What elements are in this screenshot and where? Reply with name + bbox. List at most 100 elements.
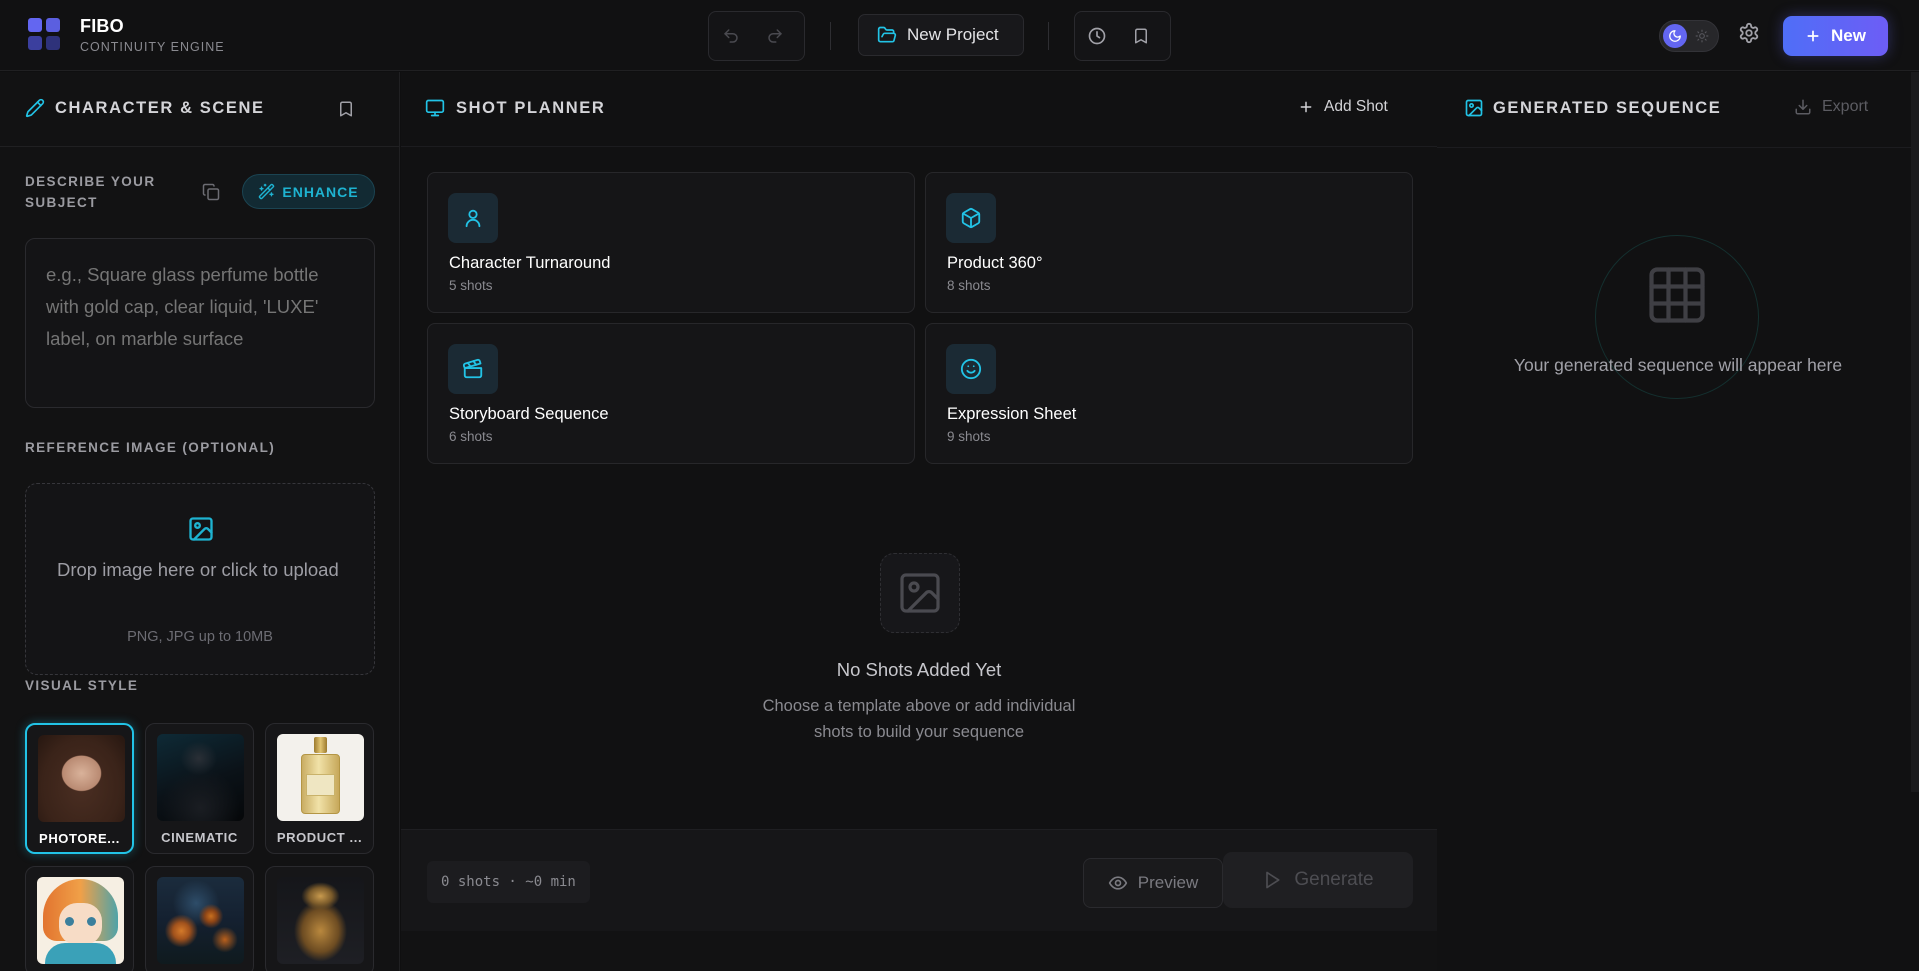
top-bar: FIBO CONTINUITY ENGINE New Project New <box>0 0 1919 71</box>
panel-header: CHARACTER & SCENE <box>0 72 399 147</box>
history-icon <box>1088 27 1106 45</box>
template-shot-count: 6 shots <box>449 429 493 444</box>
copy-icon <box>202 183 220 201</box>
template-card-storyboard-sequence[interactable]: Storyboard Sequence 6 shots <box>427 323 915 464</box>
undo-redo-group <box>708 11 805 61</box>
panel-header: GENERATED SEQUENCE Export <box>1437 72 1919 148</box>
person-icon <box>448 193 498 243</box>
redo-icon <box>768 29 782 43</box>
planner-footer: 0 shots · ~0 min Preview Generate <box>401 829 1437 931</box>
panel-header: SHOT PLANNER Add Shot <box>401 72 1437 147</box>
download-icon <box>1795 99 1811 115</box>
play-icon <box>1266 871 1280 889</box>
add-shot-button[interactable]: Add Shot <box>1298 98 1388 116</box>
sequence-stats: 0 shots · ~0 min <box>427 861 590 903</box>
cube-icon <box>946 193 996 243</box>
style-thumbnail-cinematic <box>157 734 244 821</box>
template-name: Expression Sheet <box>947 405 1077 423</box>
panel-title: GENERATED SEQUENCE <box>1493 99 1722 117</box>
theme-toggle[interactable] <box>1659 20 1719 52</box>
export-label: Export <box>1822 98 1869 115</box>
redo-button[interactable] <box>753 13 797 59</box>
template-card-product-360[interactable]: Product 360° 8 shots <box>925 172 1413 313</box>
template-name: Character Turnaround <box>449 254 611 272</box>
template-name: Storyboard Sequence <box>449 405 609 423</box>
undo-icon <box>724 29 738 43</box>
empty-state-subtitle: Choose a template above or add individua… <box>762 697 1076 741</box>
generate-button[interactable]: Generate <box>1223 852 1413 908</box>
template-shot-count: 5 shots <box>449 278 493 293</box>
generate-label: Generate <box>1294 869 1374 890</box>
template-name: Product 360° <box>947 254 1043 272</box>
new-project-label: New Project <box>907 25 999 44</box>
app-title: FIBO <box>80 16 124 36</box>
app-logo <box>28 18 62 52</box>
template-shot-count: 9 shots <box>947 429 991 444</box>
template-card-expression-sheet[interactable]: Expression Sheet 9 shots <box>925 323 1413 464</box>
character-scene-panel: CHARACTER & SCENE DESCRIBE YOUR SUBJECT … <box>0 72 400 971</box>
dropzone-text: Drop image here or click to upload <box>57 559 339 580</box>
moon-icon <box>1663 24 1687 48</box>
generated-sequence-panel: GENERATED SEQUENCE Export Your generated… <box>1437 72 1919 971</box>
image-icon <box>1465 99 1483 117</box>
settings-button[interactable] <box>1738 22 1760 44</box>
describe-label: DESCRIBE YOUR SUBJECT <box>25 174 156 210</box>
history-button[interactable] <box>1075 13 1119 59</box>
add-shot-label: Add Shot <box>1324 98 1388 115</box>
style-card-scifi[interactable] <box>265 866 374 971</box>
style-card-label: PHOTORE... <box>39 831 120 846</box>
style-thumbnail-scifi <box>277 877 364 964</box>
style-card-fantasy[interactable] <box>145 866 254 971</box>
magic-wand-icon <box>259 183 275 200</box>
undo-button[interactable] <box>709 13 753 59</box>
planner-bottom-area <box>401 931 1437 971</box>
history-group <box>1074 11 1171 61</box>
folder-open-icon <box>877 26 897 43</box>
app-subtitle: CONTINUITY ENGINE <box>80 40 225 54</box>
new-project-button[interactable]: New Project <box>858 14 1024 56</box>
style-card-label: CINEMATIC <box>161 830 238 845</box>
style-thumbnail-portrait <box>38 735 125 822</box>
new-button[interactable]: New <box>1783 16 1888 56</box>
style-card-cinematic[interactable]: CINEMATIC <box>145 723 254 854</box>
style-thumbnail-anime <box>37 877 124 964</box>
copy-button[interactable] <box>202 183 220 201</box>
plus-icon <box>1300 101 1312 113</box>
export-button[interactable]: Export <box>1794 98 1868 116</box>
divider <box>830 22 831 50</box>
style-card-product[interactable]: PRODUCT ... <box>265 723 374 854</box>
panel-title: CHARACTER & SCENE <box>55 99 265 117</box>
bookmark-icon <box>340 101 352 117</box>
preview-button[interactable]: Preview <box>1083 858 1223 908</box>
style-card-label: PRODUCT ... <box>276 830 363 845</box>
visual-style-label: VISUAL STYLE <box>25 678 139 693</box>
new-button-label: New <box>1831 26 1866 45</box>
empty-state-title: No Shots Added Yet <box>836 659 1002 680</box>
template-card-character-turnaround[interactable]: Character Turnaround 5 shots <box>427 172 915 313</box>
smile-icon <box>946 344 996 394</box>
style-card-anime[interactable] <box>25 866 134 971</box>
subject-description-input[interactable] <box>25 238 375 408</box>
reference-image-dropzone[interactable]: Drop image here or click to upload PNG, … <box>25 483 375 675</box>
divider <box>1048 22 1049 50</box>
sun-icon <box>1695 29 1709 43</box>
bookmark-icon <box>1135 28 1147 44</box>
preview-label: Preview <box>1137 873 1199 892</box>
style-thumbnail-product <box>277 734 364 821</box>
style-card-photorealistic[interactable]: PHOTORE... <box>25 723 134 854</box>
panel-title: SHOT PLANNER <box>456 99 606 117</box>
reference-image-label: REFERENCE IMAGE (OPTIONAL) <box>25 440 276 455</box>
style-thumbnail-fantasy <box>157 877 244 964</box>
clapperboard-icon <box>448 344 498 394</box>
enhance-button[interactable]: ENHANCE <box>242 174 375 209</box>
bookmark-button[interactable] <box>1119 13 1163 59</box>
plus-icon <box>1807 30 1819 42</box>
gear-icon <box>1739 22 1759 44</box>
eye-icon <box>1108 876 1127 890</box>
pencil-icon <box>25 98 45 118</box>
sequence-empty-text: Your generated sequence will appear here <box>1513 355 1843 375</box>
enhance-label: ENHANCE <box>282 183 359 200</box>
shot-planner-panel: SHOT PLANNER Add Shot Character Turnarou… <box>401 72 1437 971</box>
page-scrollbar[interactable] <box>1911 72 1919 792</box>
save-preset-button[interactable] <box>337 99 355 119</box>
